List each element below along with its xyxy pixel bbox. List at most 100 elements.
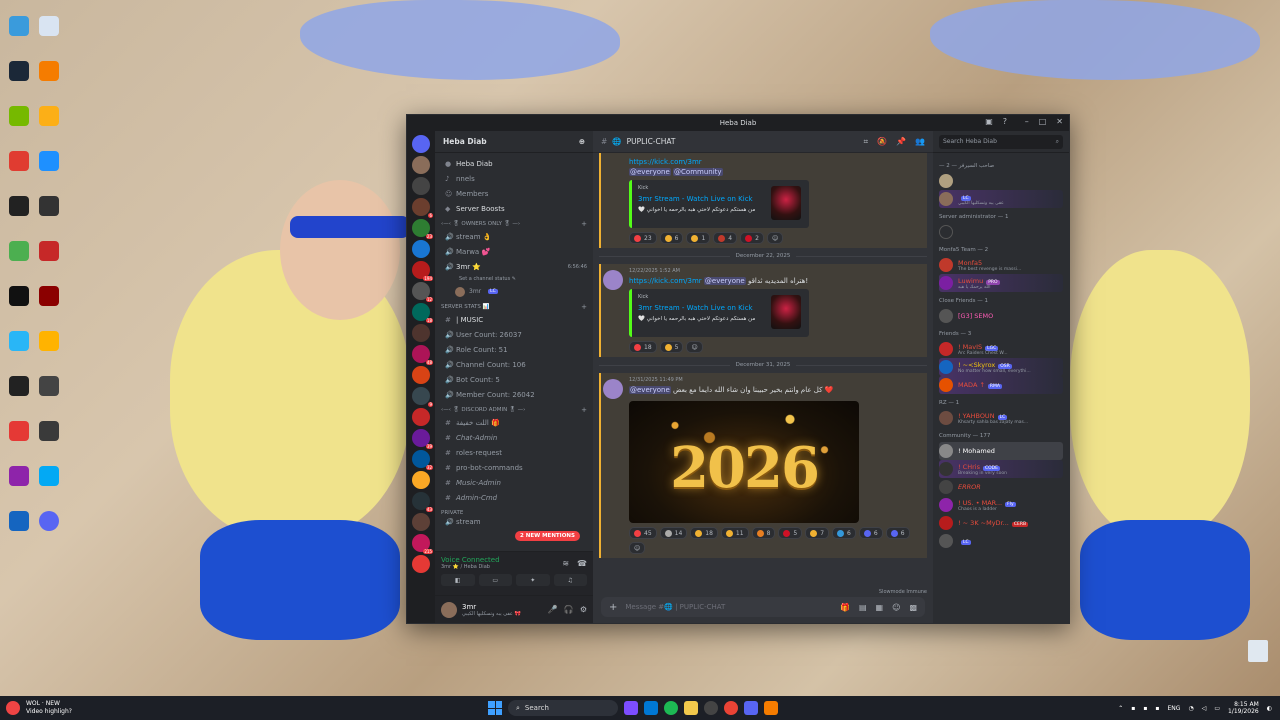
- channel-roles-request[interactable]: # roles-request: [441, 445, 587, 460]
- plus-upload-icon[interactable]: +: [609, 602, 617, 613]
- desktop-icon[interactable]: [4, 49, 34, 93]
- everyone-mention[interactable]: @everyone: [629, 168, 671, 176]
- desktop-icon[interactable]: [34, 49, 64, 93]
- server-icon[interactable]: [412, 324, 430, 342]
- member-item[interactable]: ! MavIS LGC Arc Raiders Chest W...: [939, 340, 1063, 358]
- desktop-icon[interactable]: [4, 409, 34, 453]
- taskbar-app-icon[interactable]: [644, 701, 658, 715]
- pin-icon[interactable]: 📌: [896, 137, 906, 147]
- message[interactable]: 12/22/2025 1:52 AM https://kick.com/3mr …: [599, 264, 927, 357]
- server-boosts-link[interactable]: ◆ Server Boosts: [441, 201, 587, 216]
- member-item[interactable]: [939, 172, 1063, 190]
- disconnect-icon[interactable]: ☎: [577, 559, 587, 568]
- desktop-icon[interactable]: [34, 4, 64, 48]
- voice-connected-title[interactable]: Voice Connected: [441, 556, 500, 564]
- clock[interactable]: 8:15 AM 1/19/2026: [1228, 701, 1259, 715]
- member-list-icon[interactable]: 👥: [915, 137, 925, 147]
- member-item[interactable]: LC عفى يبه وتسكليها الكيبي: [939, 190, 1063, 208]
- browse-channels[interactable]: ♪ nnels: [441, 171, 587, 186]
- server-icon[interactable]: [412, 156, 430, 174]
- screenshare-button[interactable]: ▭: [478, 574, 512, 586]
- noise-suppression-icon[interactable]: ≋: [562, 559, 569, 568]
- channel-3mr[interactable]: 🔊 3mr ⭐ 6:56:46: [441, 259, 587, 274]
- server-icon[interactable]: [412, 408, 430, 426]
- emoji-picker-icon[interactable]: ☺: [892, 603, 900, 612]
- tray-icon[interactable]: ▪: [1143, 705, 1147, 712]
- server-icon[interactable]: [412, 555, 430, 573]
- server-header[interactable]: Heba Diab ⊕: [435, 131, 593, 153]
- desktop-icon[interactable]: [4, 319, 34, 363]
- add-reaction-button[interactable]: ☺: [629, 542, 646, 554]
- member-item[interactable]: ! YAHBOUN LC Khsarty sahla bas zajaty mas.…: [939, 409, 1063, 427]
- desktop-icon[interactable]: [4, 499, 34, 543]
- language-indicator[interactable]: ENG: [1168, 705, 1181, 712]
- desktop-icon[interactable]: [34, 274, 64, 318]
- reaction[interactable]: 5: [778, 527, 803, 539]
- taskbar-search[interactable]: ⌕ Search: [508, 700, 618, 716]
- channel-status[interactable]: Set a channel status ✎: [441, 274, 587, 284]
- desktop-icon[interactable]: [4, 364, 34, 408]
- category-admin[interactable]: ‹—‹ 🎖 DISCORD ADMIN 🎖 —› +: [441, 402, 587, 415]
- members-link[interactable]: ☺ Members: [441, 186, 587, 201]
- message[interactable]: 12/31/2025 11:49 PM @everyone كل عام وان…: [599, 373, 927, 558]
- channel-music[interactable]: # | MUSIC: [441, 312, 587, 327]
- member-item[interactable]: [939, 223, 1063, 241]
- desktop-icon[interactable]: [4, 274, 34, 318]
- member-item[interactable]: ! Mohamed: [939, 442, 1063, 460]
- maximize-button[interactable]: □: [1039, 117, 1047, 126]
- reaction[interactable]: 6: [659, 232, 684, 244]
- add-channel-icon[interactable]: +: [581, 220, 587, 228]
- deafen-icon[interactable]: 🎧: [564, 605, 574, 614]
- author-avatar[interactable]: [603, 379, 623, 399]
- home-button[interactable]: [412, 135, 430, 153]
- channel-pro-bot[interactable]: # pro-bot-commands: [441, 460, 587, 475]
- desktop-icon[interactable]: [34, 319, 64, 363]
- reaction[interactable]: 8: [751, 527, 776, 539]
- reaction[interactable]: 18: [690, 527, 718, 539]
- member-item[interactable]: Monfa5 The best revenge is massi...: [939, 256, 1063, 274]
- channel-admin-cmd[interactable]: # Admin-Cmd: [441, 490, 587, 505]
- embed-thumbnail[interactable]: [771, 295, 801, 329]
- server-icon[interactable]: 23: [412, 219, 433, 239]
- close-button[interactable]: ✕: [1056, 117, 1063, 126]
- reaction[interactable]: 23: [629, 232, 657, 244]
- server-icon[interactable]: [412, 240, 430, 258]
- channel-bot-count[interactable]: 🔊 Bot Count: 5: [441, 372, 587, 387]
- reaction[interactable]: 6: [832, 527, 856, 539]
- role-mention[interactable]: @Community: [673, 168, 723, 176]
- add-channel-icon[interactable]: +: [581, 303, 587, 311]
- reaction[interactable]: 6: [885, 527, 910, 539]
- desktop-icon[interactable]: [4, 139, 34, 183]
- everyone-mention[interactable]: @everyone: [703, 277, 746, 285]
- reaction[interactable]: 4: [713, 232, 738, 244]
- channel-stream-2[interactable]: 🔊 stream: [441, 518, 587, 526]
- sticker-icon[interactable]: ▦: [876, 603, 884, 612]
- member-item[interactable]: ! ~<Skyrox OSR No matter how small, everyt…: [939, 358, 1063, 376]
- threads-icon[interactable]: ⌗: [864, 137, 869, 147]
- category-stats[interactable]: Server Stats 📊 +: [441, 299, 587, 312]
- message-link[interactable]: https://kick.com/3mr: [629, 277, 702, 285]
- server-icon[interactable]: [412, 513, 430, 531]
- settings-gear-icon[interactable]: ⚙: [580, 605, 587, 614]
- taskbar-app-icon[interactable]: [664, 701, 678, 715]
- voice-user[interactable]: 3mr LC: [441, 284, 587, 299]
- member-item[interactable]: ! ~ 3K ~MyDr... CERB: [939, 514, 1063, 532]
- apps-icon[interactable]: ▩: [909, 603, 917, 612]
- server-icon[interactable]: 194: [412, 261, 433, 281]
- desktop-icon[interactable]: [34, 454, 64, 498]
- member-item[interactable]: ERROR: [939, 478, 1063, 496]
- server-icon[interactable]: 6: [412, 198, 433, 218]
- desktop-icon[interactable]: [34, 499, 64, 543]
- channel-stream[interactable]: 🔊 stream 👌: [441, 229, 587, 244]
- server-icon[interactable]: 43: [412, 492, 433, 512]
- add-reaction-button[interactable]: ☺: [686, 341, 703, 353]
- desktop-icon[interactable]: [34, 409, 64, 453]
- message-composer[interactable]: + Message #🌐 | PUPLIC-CHAT 🎁 ▤ ▦ ☺ ▩: [601, 597, 925, 617]
- taskbar-app-icon[interactable]: [764, 701, 778, 715]
- server-icon[interactable]: 39: [412, 429, 433, 449]
- desktop-icon[interactable]: [34, 184, 64, 228]
- desktop-icon[interactable]: [4, 184, 34, 228]
- add-reaction-button[interactable]: ☺: [766, 232, 784, 244]
- member-item[interactable]: [G3] SEMO: [939, 307, 1063, 325]
- reaction[interactable]: 14: [659, 527, 688, 539]
